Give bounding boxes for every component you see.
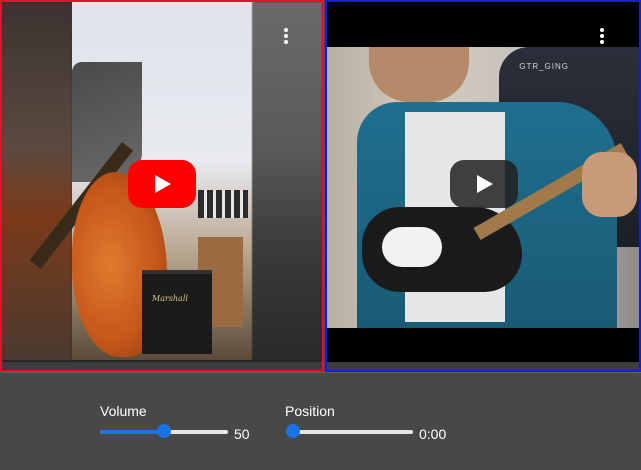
position-label: Position	[285, 403, 335, 419]
video-player-left[interactable]: Marshall	[0, 0, 324, 372]
volume-slider-thumb[interactable]	[157, 424, 171, 438]
volume-value: 50	[234, 426, 250, 442]
play-button-right[interactable]	[450, 160, 518, 208]
amp-brand-label: Marshall	[152, 294, 188, 303]
control-panel: Volume 50 Position 0:00	[0, 372, 641, 470]
position-slider[interactable]	[286, 424, 413, 438]
video-progress-strip-right	[327, 362, 639, 370]
play-icon	[155, 175, 171, 193]
play-icon	[477, 175, 493, 193]
more-vert-icon[interactable]	[281, 28, 291, 46]
volume-slider[interactable]	[100, 424, 228, 438]
video-player-right[interactable]: GTR_GING	[325, 0, 641, 372]
chair-brand-label: GTR_GING	[519, 62, 569, 71]
amplifier	[142, 270, 212, 354]
video-progress-strip-left	[2, 362, 322, 370]
volume-label: Volume	[100, 403, 147, 419]
play-button-left[interactable]	[128, 160, 196, 208]
position-slider-thumb[interactable]	[286, 424, 300, 438]
position-value: 0:00	[419, 426, 447, 442]
more-vert-icon[interactable]	[597, 28, 607, 46]
